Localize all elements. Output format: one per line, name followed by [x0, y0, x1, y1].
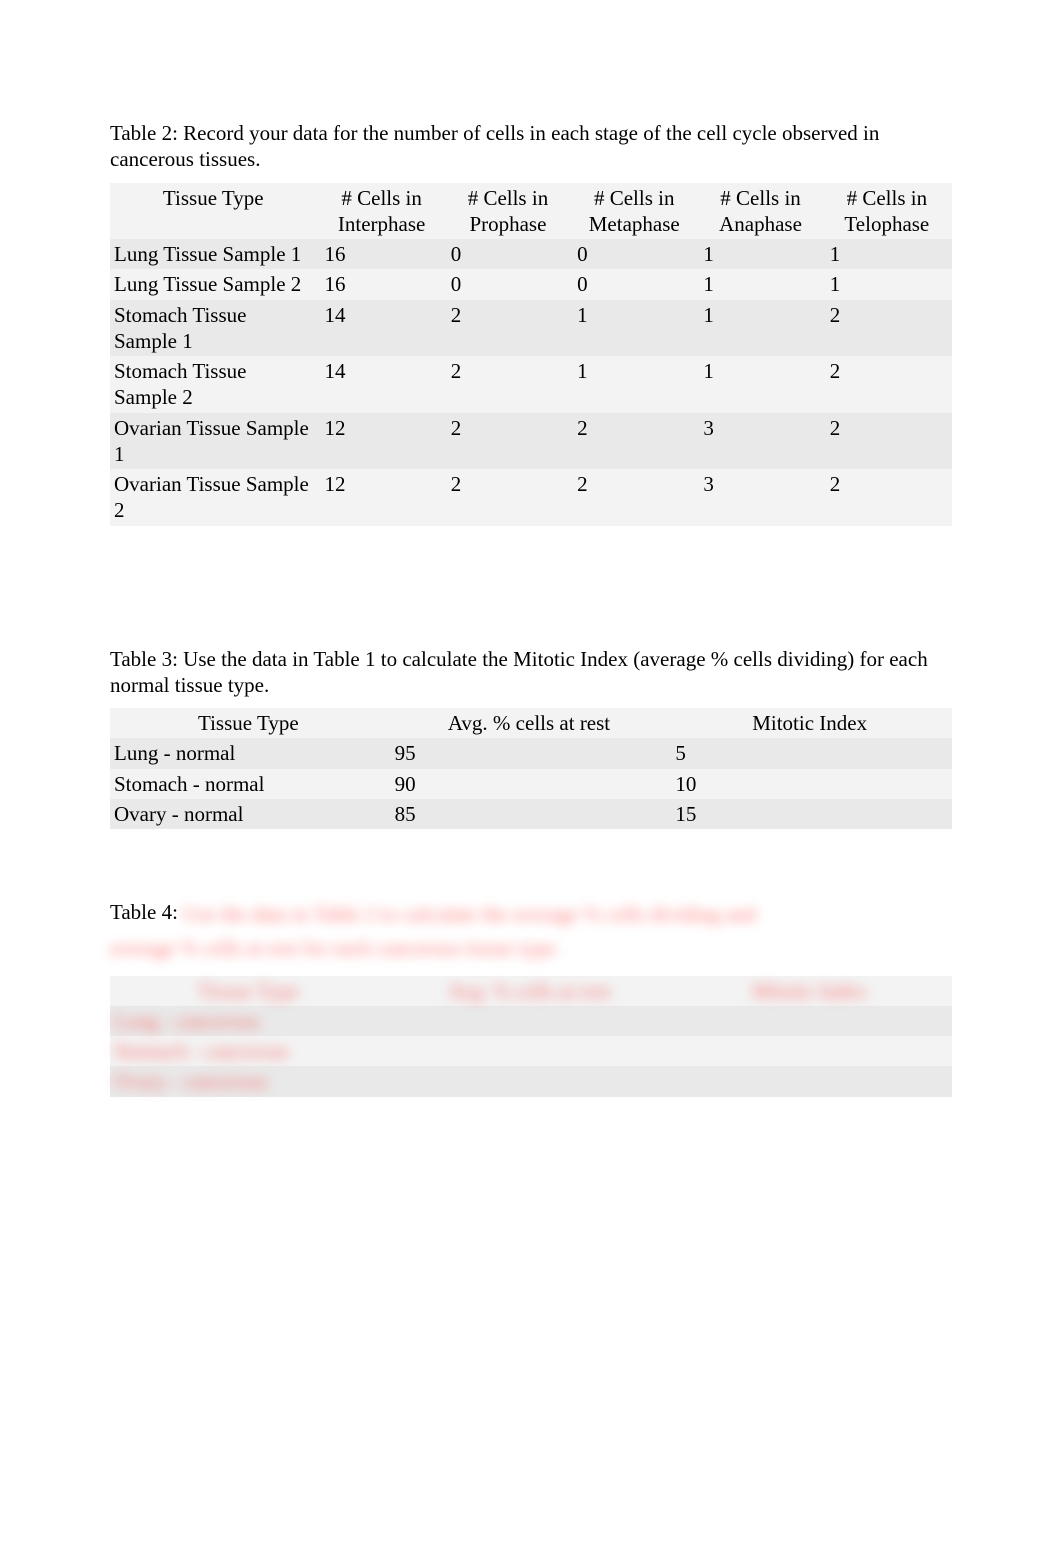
- cell-rest: [391, 1066, 672, 1096]
- cell-mi: 15: [671, 799, 952, 829]
- redacted-text: average % cells at rest for each cancero…: [110, 933, 952, 961]
- table2-header-anaphase: # Cells in Anaphase: [699, 183, 825, 240]
- cell-tissue: Stomach Tissue Sample 1: [110, 300, 321, 357]
- cell-anaphase: 1: [699, 239, 825, 269]
- table-row: Lung - normal 95 5: [110, 738, 952, 768]
- cell-telophase: 2: [826, 469, 952, 526]
- table-row: Stomach - normal 90 10: [110, 769, 952, 799]
- table4-header-tissue: Tissue Type: [110, 976, 391, 1006]
- table4-caption: Table 4: Use the data in Table 2 to calc…: [110, 899, 952, 927]
- table-row: Lung Tissue Sample 1 16 0 0 1 1: [110, 239, 952, 269]
- cell-tissue: Lung Tissue Sample 1: [110, 239, 321, 269]
- table2-header-prophase: # Cells in Prophase: [447, 183, 573, 240]
- cell-telophase: 2: [826, 413, 952, 470]
- cell-interphase: 14: [321, 356, 447, 413]
- table2-header-telophase: # Cells in Telophase: [826, 183, 952, 240]
- cell-anaphase: 1: [699, 300, 825, 357]
- cell-rest: [391, 1006, 672, 1036]
- cell-telophase: 2: [826, 356, 952, 413]
- table3-caption: Table 3: Use the data in Table 1 to calc…: [110, 646, 952, 699]
- cell-mi: [671, 1006, 952, 1036]
- table4: Tissue Type Avg. % cells at rest Mitotic…: [110, 976, 952, 1097]
- table2-header-interphase: # Cells in Interphase: [321, 183, 447, 240]
- table-row: Ovarian Tissue Sample 2 12 2 2 3 2: [110, 469, 952, 526]
- table3-caption-text: Use the data in Table 1 to calculate the…: [110, 647, 928, 697]
- cell-prophase: 2: [447, 469, 573, 526]
- cell-prophase: 0: [447, 239, 573, 269]
- cell-metaphase: 1: [573, 356, 699, 413]
- cell-tissue: Lung Tissue Sample 2: [110, 269, 321, 299]
- cell-rest: 85: [391, 799, 672, 829]
- cell-anaphase: 3: [699, 413, 825, 470]
- cell-tissue: Ovarian Tissue Sample 2: [110, 469, 321, 526]
- table-row: Stomach - cancerous: [110, 1036, 952, 1066]
- cell-interphase: 12: [321, 469, 447, 526]
- cell-anaphase: 1: [699, 356, 825, 413]
- cell-mi: 5: [671, 738, 952, 768]
- table2-caption-text: Record your data for the number of cells…: [110, 121, 879, 171]
- cell-metaphase: 2: [573, 413, 699, 470]
- cell-rest: 95: [391, 738, 672, 768]
- table3-header-mi: Mitotic Index: [671, 708, 952, 738]
- cell-prophase: 2: [447, 413, 573, 470]
- cell-tissue: Stomach - normal: [110, 769, 391, 799]
- cell-rest: 90: [391, 769, 672, 799]
- cell-interphase: 12: [321, 413, 447, 470]
- cell-anaphase: 3: [699, 469, 825, 526]
- cell-tissue: Ovary - cancerous: [110, 1066, 391, 1096]
- table-row: Stomach Tissue Sample 2 14 2 1 1 2: [110, 356, 952, 413]
- table4-header-rest: Avg. % cells at rest: [391, 976, 672, 1006]
- cell-mi: [671, 1066, 952, 1096]
- table3-header-tissue: Tissue Type: [110, 708, 391, 738]
- cell-tissue: Stomach - cancerous: [110, 1036, 391, 1066]
- cell-metaphase: 0: [573, 239, 699, 269]
- cell-tissue: Lung - cancerous: [110, 1006, 391, 1036]
- cell-prophase: 2: [447, 356, 573, 413]
- table2-caption: Table 2: Record your data for the number…: [110, 120, 952, 173]
- table3-caption-label: Table 3:: [110, 647, 183, 671]
- cell-tissue: Stomach Tissue Sample 2: [110, 356, 321, 413]
- cell-tissue: Lung - normal: [110, 738, 391, 768]
- table-row: Stomach Tissue Sample 1 14 2 1 1 2: [110, 300, 952, 357]
- cell-rest: [391, 1036, 672, 1066]
- table-row: Ovary - cancerous: [110, 1066, 952, 1096]
- cell-interphase: 14: [321, 300, 447, 357]
- cell-tissue: Ovary - normal: [110, 799, 391, 829]
- table3: Tissue Type Avg. % cells at rest Mitotic…: [110, 708, 952, 829]
- table-row: Ovary - normal 85 15: [110, 799, 952, 829]
- cell-anaphase: 1: [699, 269, 825, 299]
- cell-interphase: 16: [321, 239, 447, 269]
- table3-header-rest: Avg. % cells at rest: [391, 708, 672, 738]
- cell-metaphase: 1: [573, 300, 699, 357]
- table2: Tissue Type # Cells in Interphase # Cell…: [110, 183, 952, 526]
- cell-metaphase: 0: [573, 269, 699, 299]
- table2-header-tissue: Tissue Type: [110, 183, 321, 240]
- table-row: Lung - cancerous: [110, 1006, 952, 1036]
- table-row: Lung Tissue Sample 2 16 0 0 1 1: [110, 269, 952, 299]
- table4-caption-label: Table 4:: [110, 900, 183, 924]
- table2-header-metaphase: # Cells in Metaphase: [573, 183, 699, 240]
- cell-mi: [671, 1036, 952, 1066]
- table2-caption-label: Table 2:: [110, 121, 183, 145]
- redacted-text: Use the data in Table 2 to calculate the…: [183, 901, 756, 927]
- cell-interphase: 16: [321, 269, 447, 299]
- cell-metaphase: 2: [573, 469, 699, 526]
- cell-telophase: 2: [826, 300, 952, 357]
- cell-prophase: 0: [447, 269, 573, 299]
- cell-prophase: 2: [447, 300, 573, 357]
- cell-mi: 10: [671, 769, 952, 799]
- table4-header-mi: Mitotic Index: [671, 976, 952, 1006]
- cell-telophase: 1: [826, 239, 952, 269]
- cell-telophase: 1: [826, 269, 952, 299]
- table-row: Ovarian Tissue Sample 1 12 2 2 3 2: [110, 413, 952, 470]
- cell-tissue: Ovarian Tissue Sample 1: [110, 413, 321, 470]
